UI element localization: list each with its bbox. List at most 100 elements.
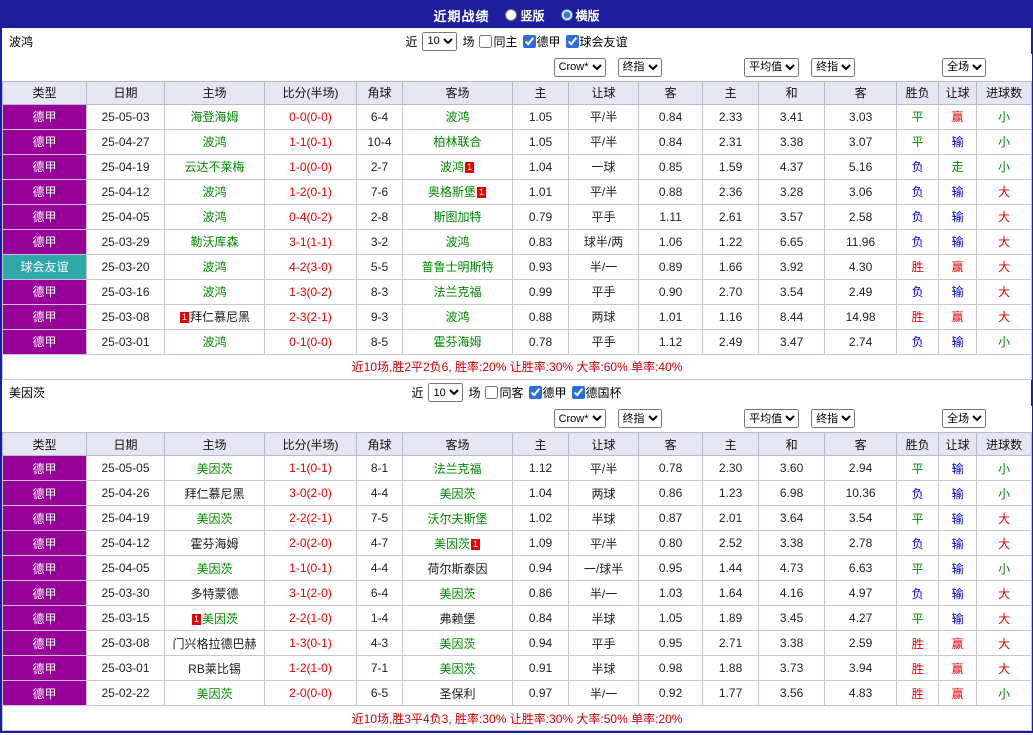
filter-same-home[interactable]: 同主 bbox=[479, 33, 518, 50]
match-score: 1-1(0-1) bbox=[264, 555, 357, 581]
away-team-name[interactable]: 法兰克福 bbox=[434, 285, 482, 299]
away-team-name[interactable]: 弗赖堡 bbox=[440, 612, 476, 626]
bundesliga-checkbox[interactable] bbox=[528, 386, 542, 399]
home-team-name[interactable]: 美因茨 bbox=[202, 612, 238, 626]
club-friendly-checkbox[interactable] bbox=[565, 34, 579, 48]
result-outcome: 负 bbox=[896, 153, 940, 180]
away-team-name[interactable]: 沃尔夫斯堡 bbox=[428, 512, 488, 526]
home-team-name[interactable]: 波鸿 bbox=[202, 135, 226, 149]
home-team-name[interactable]: 霍芬海姆 bbox=[190, 537, 238, 551]
avg-kind-select[interactable]: 终指 bbox=[811, 409, 856, 429]
avg-kind-select[interactable]: 终指 bbox=[811, 57, 856, 77]
away-team-name[interactable]: 波鸿 bbox=[446, 310, 470, 324]
layout-option-vertical[interactable]: 竖版 bbox=[505, 7, 545, 24]
avg-draw-odds: 3.38 bbox=[758, 128, 826, 155]
corner-score: 7-1 bbox=[356, 655, 403, 681]
home-team-name[interactable]: 美因茨 bbox=[196, 687, 232, 701]
home-team-name[interactable]: 波鸿 bbox=[202, 260, 226, 274]
odds-kind-select[interactable]: 终指 bbox=[617, 409, 662, 429]
home-team-name[interactable]: 拜仁慕尼黑 bbox=[190, 310, 250, 324]
corner-score: 9-3 bbox=[356, 303, 403, 330]
result-goals: 小 bbox=[976, 455, 1033, 481]
away-team-name[interactable]: 美因茨 bbox=[440, 587, 476, 601]
corner-score: 3-2 bbox=[356, 228, 403, 255]
home-team-name[interactable]: 美因茨 bbox=[196, 512, 232, 526]
away-team-cell: 沃尔夫斯堡 bbox=[401, 505, 514, 531]
home-team-name[interactable]: 波鸿 bbox=[202, 335, 226, 349]
away-team-name[interactable]: 斯图加特 bbox=[434, 210, 482, 224]
filter-same-away[interactable]: 同客 bbox=[485, 384, 524, 401]
away-team-name[interactable]: 美因茨 bbox=[440, 662, 476, 676]
away-team-name[interactable]: 柏林联合 bbox=[434, 135, 482, 149]
same-away-checkbox[interactable] bbox=[485, 386, 499, 399]
match-date: 25-03-08 bbox=[86, 303, 165, 330]
club-friendly-label: 球会友谊 bbox=[579, 34, 628, 49]
away-team-name[interactable]: 法兰克福 bbox=[434, 462, 482, 476]
home-team-name[interactable]: 波鸿 bbox=[202, 185, 226, 199]
away-team-cell: 波鸿 bbox=[401, 103, 514, 130]
dfb-pokal-checkbox[interactable] bbox=[571, 386, 585, 399]
home-team-cell: 美因茨 bbox=[164, 505, 265, 531]
result-goals: 小 bbox=[976, 328, 1033, 355]
home-team-name[interactable]: 波鸿 bbox=[202, 210, 226, 224]
away-odds: 0.86 bbox=[638, 480, 704, 506]
away-team-name[interactable]: 波鸿 bbox=[440, 160, 464, 174]
filter-bundesliga[interactable]: 德甲 bbox=[522, 33, 561, 50]
filterbar-bochum: 波鸿 近 10 场 同主 德甲 球会友谊 bbox=[2, 28, 1031, 54]
home-team-name[interactable]: 拜仁慕尼黑 bbox=[184, 487, 244, 501]
home-team-name[interactable]: 云达不莱梅 bbox=[184, 160, 244, 174]
red-card-badge: 1 bbox=[179, 312, 189, 324]
odds-kind-select[interactable]: 终指 bbox=[617, 57, 662, 77]
home-team-name[interactable]: 海登海姆 bbox=[190, 110, 238, 124]
filter-club-friendly[interactable]: 球会友谊 bbox=[565, 33, 628, 50]
home-team-cell: RB莱比锡 bbox=[164, 655, 265, 681]
away-team-name[interactable]: 美因茨 bbox=[440, 487, 476, 501]
home-team-cell: 美因茨 bbox=[164, 455, 265, 481]
away-team-name[interactable]: 荷尔斯泰因 bbox=[428, 562, 488, 576]
home-team-name[interactable]: 美因茨 bbox=[196, 562, 232, 576]
odds-source-select[interactable]: Crow* bbox=[553, 57, 606, 77]
away-team-name[interactable]: 霍芬海姆 bbox=[434, 335, 482, 349]
home-team-name[interactable]: 多特蒙德 bbox=[190, 587, 238, 601]
avg-draw-odds: 3.92 bbox=[758, 253, 826, 280]
odds-source-select[interactable]: Crow* bbox=[553, 409, 606, 429]
scope-select[interactable]: 全场 bbox=[942, 57, 987, 77]
avg-home-odds: 1.77 bbox=[702, 680, 760, 706]
result-outcome: 负 bbox=[896, 203, 940, 230]
away-team-name[interactable]: 波鸿 bbox=[446, 110, 470, 124]
home-team-name[interactable]: RB莱比锡 bbox=[188, 662, 241, 676]
away-team-name[interactable]: 美因茨 bbox=[434, 537, 470, 551]
home-team-name[interactable]: 勒沃库森 bbox=[190, 235, 238, 249]
match-row: 德甲 25-03-08 1 拜仁慕尼黑 2-3(2-1) 9-3 波鸿 0.88 两球 1.01 1… bbox=[2, 303, 1033, 330]
scope-select[interactable]: 全场 bbox=[942, 409, 987, 429]
away-team-name[interactable]: 美因茨 bbox=[440, 637, 476, 651]
avg-source-select[interactable]: 平均值 bbox=[744, 409, 800, 429]
bundesliga-checkbox[interactable] bbox=[522, 34, 536, 48]
away-odds: 1.12 bbox=[638, 328, 704, 355]
section-bochum: 波鸿 近 10 场 同主 德甲 球会友谊 Crow* 终指 平均值 终指 全场 … bbox=[1, 28, 1033, 380]
avg-draw-odds: 3.38 bbox=[758, 630, 826, 656]
away-team-name[interactable]: 波鸿 bbox=[446, 235, 470, 249]
home-team-name[interactable]: 波鸿 bbox=[202, 285, 226, 299]
filter-dfb-pokal[interactable]: 德国杯 bbox=[571, 384, 622, 401]
home-odds: 0.79 bbox=[512, 203, 570, 230]
mainz-summary: 近10场,胜3平4负3, 胜率:30% 让胜率:30% 大率:50% 单率:20… bbox=[1, 705, 1033, 731]
same-home-checkbox[interactable] bbox=[479, 34, 493, 48]
column-header: 让球 bbox=[938, 80, 978, 105]
vertical-layout-radio[interactable] bbox=[505, 9, 518, 21]
result-handicap: 输 bbox=[938, 228, 978, 255]
away-odds: 0.98 bbox=[638, 655, 704, 681]
home-team-name[interactable]: 门兴格拉德巴赫 bbox=[172, 637, 256, 651]
horizontal-layout-radio[interactable] bbox=[560, 9, 573, 21]
recent-count-select[interactable]: 10 bbox=[428, 383, 464, 402]
away-odds: 1.03 bbox=[638, 580, 704, 606]
away-team-name[interactable]: 圣保利 bbox=[440, 687, 476, 701]
layout-option-horizontal[interactable]: 横版 bbox=[560, 7, 600, 24]
match-type-cell: 德甲 bbox=[2, 153, 87, 180]
recent-count-select[interactable]: 10 bbox=[422, 31, 458, 51]
away-team-name[interactable]: 奥格斯堡 bbox=[428, 185, 476, 199]
filter-bundesliga[interactable]: 德甲 bbox=[528, 384, 567, 401]
avg-source-select[interactable]: 平均值 bbox=[744, 57, 800, 77]
away-team-name[interactable]: 普鲁士明斯特 bbox=[422, 260, 494, 274]
home-team-name[interactable]: 美因茨 bbox=[196, 462, 232, 476]
